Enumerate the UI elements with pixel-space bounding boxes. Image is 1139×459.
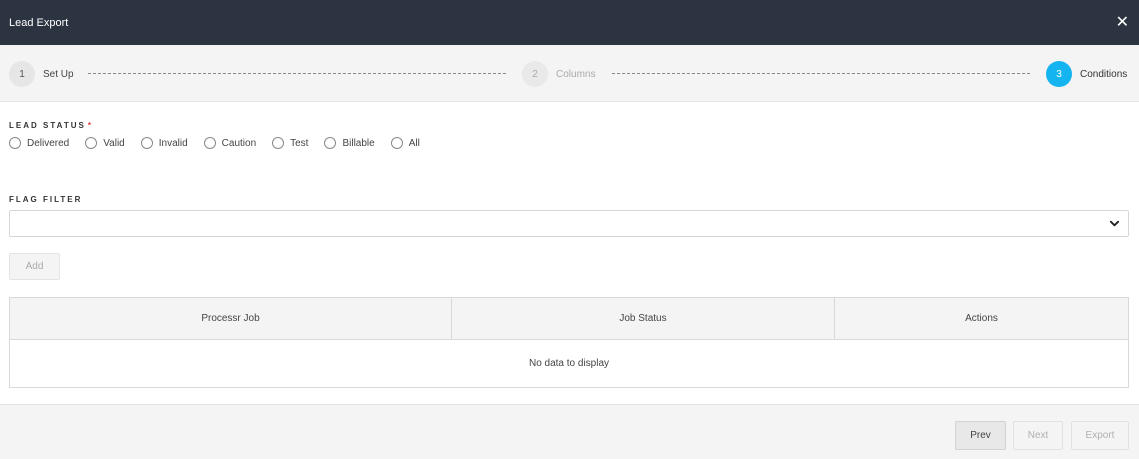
step-label: Conditions — [1080, 68, 1128, 80]
lead-status-label: LEAD STATUS — [9, 121, 86, 130]
radio-circle[interactable] — [390, 137, 403, 149]
step-conditions[interactable]: 3 Conditions — [1046, 61, 1127, 87]
processor-jobs-table: Processr Job Job Status Actions No data … — [9, 297, 1129, 388]
radio-all[interactable]: All — [390, 137, 420, 149]
lead-status-heading: LEAD STATUS * — [9, 121, 93, 130]
radio-label: Billable — [342, 137, 375, 149]
next-button[interactable]: Next — [1013, 421, 1063, 450]
radio-label: Invalid — [158, 137, 188, 149]
column-header-job-status[interactable]: Job Status — [452, 298, 835, 339]
radio-label: Test — [290, 137, 309, 149]
radio-circle[interactable] — [324, 137, 337, 149]
lead-status-radio-group: Delivered Valid Invalid Caution Test Bil… — [9, 137, 436, 149]
radio-circle[interactable] — [9, 137, 21, 149]
modal-footer: Prev Next Export — [0, 404, 1139, 459]
step-number: 3 — [1046, 61, 1072, 87]
column-header-processr-job[interactable]: Processr Job — [10, 298, 452, 339]
radio-valid[interactable]: Valid — [85, 137, 125, 149]
chevron-down-icon — [1109, 220, 1120, 227]
flag-filter-select[interactable] — [9, 210, 1129, 237]
step-label: Set Up — [43, 68, 74, 80]
radio-circle[interactable] — [203, 137, 216, 149]
required-marker: * — [87, 121, 93, 130]
export-button[interactable]: Export — [1071, 421, 1129, 450]
radio-delivered[interactable]: Delivered — [9, 137, 69, 149]
radio-label: Caution — [221, 137, 257, 149]
empty-table-message: No data to display — [528, 358, 610, 369]
column-header-actions[interactable]: Actions — [835, 298, 1128, 339]
radio-billable[interactable]: Billable — [324, 137, 375, 149]
modal-header: Lead Export ✕ — [0, 0, 1139, 45]
radio-invalid[interactable]: Invalid — [140, 137, 188, 149]
radio-circle[interactable] — [85, 137, 98, 149]
radio-circle[interactable] — [272, 137, 285, 149]
modal-title: Lead Export — [9, 16, 69, 29]
step-set-up[interactable]: 1 Set Up — [9, 61, 74, 87]
step-label: Columns — [556, 68, 596, 80]
flag-filter-label: FLAG FILTER — [9, 195, 83, 204]
radio-circle[interactable] — [140, 137, 153, 149]
step-connector — [88, 73, 506, 74]
radio-caution[interactable]: Caution — [203, 137, 257, 149]
step-number: 2 — [522, 61, 548, 87]
radio-label: Delivered — [27, 137, 70, 149]
radio-test[interactable]: Test — [272, 137, 308, 149]
step-connector — [612, 73, 1030, 74]
step-number: 1 — [9, 61, 35, 87]
prev-button[interactable]: Prev — [955, 421, 1006, 450]
table-header: Processr Job Job Status Actions — [10, 298, 1128, 340]
add-button[interactable]: Add — [9, 253, 60, 280]
close-icon[interactable]: ✕ — [1116, 14, 1129, 31]
radio-label: All — [408, 137, 420, 149]
radio-label: Valid — [103, 137, 125, 149]
step-columns[interactable]: 2 Columns — [522, 61, 595, 87]
stepper: 1 Set Up 2 Columns 3 Conditions — [0, 45, 1139, 102]
